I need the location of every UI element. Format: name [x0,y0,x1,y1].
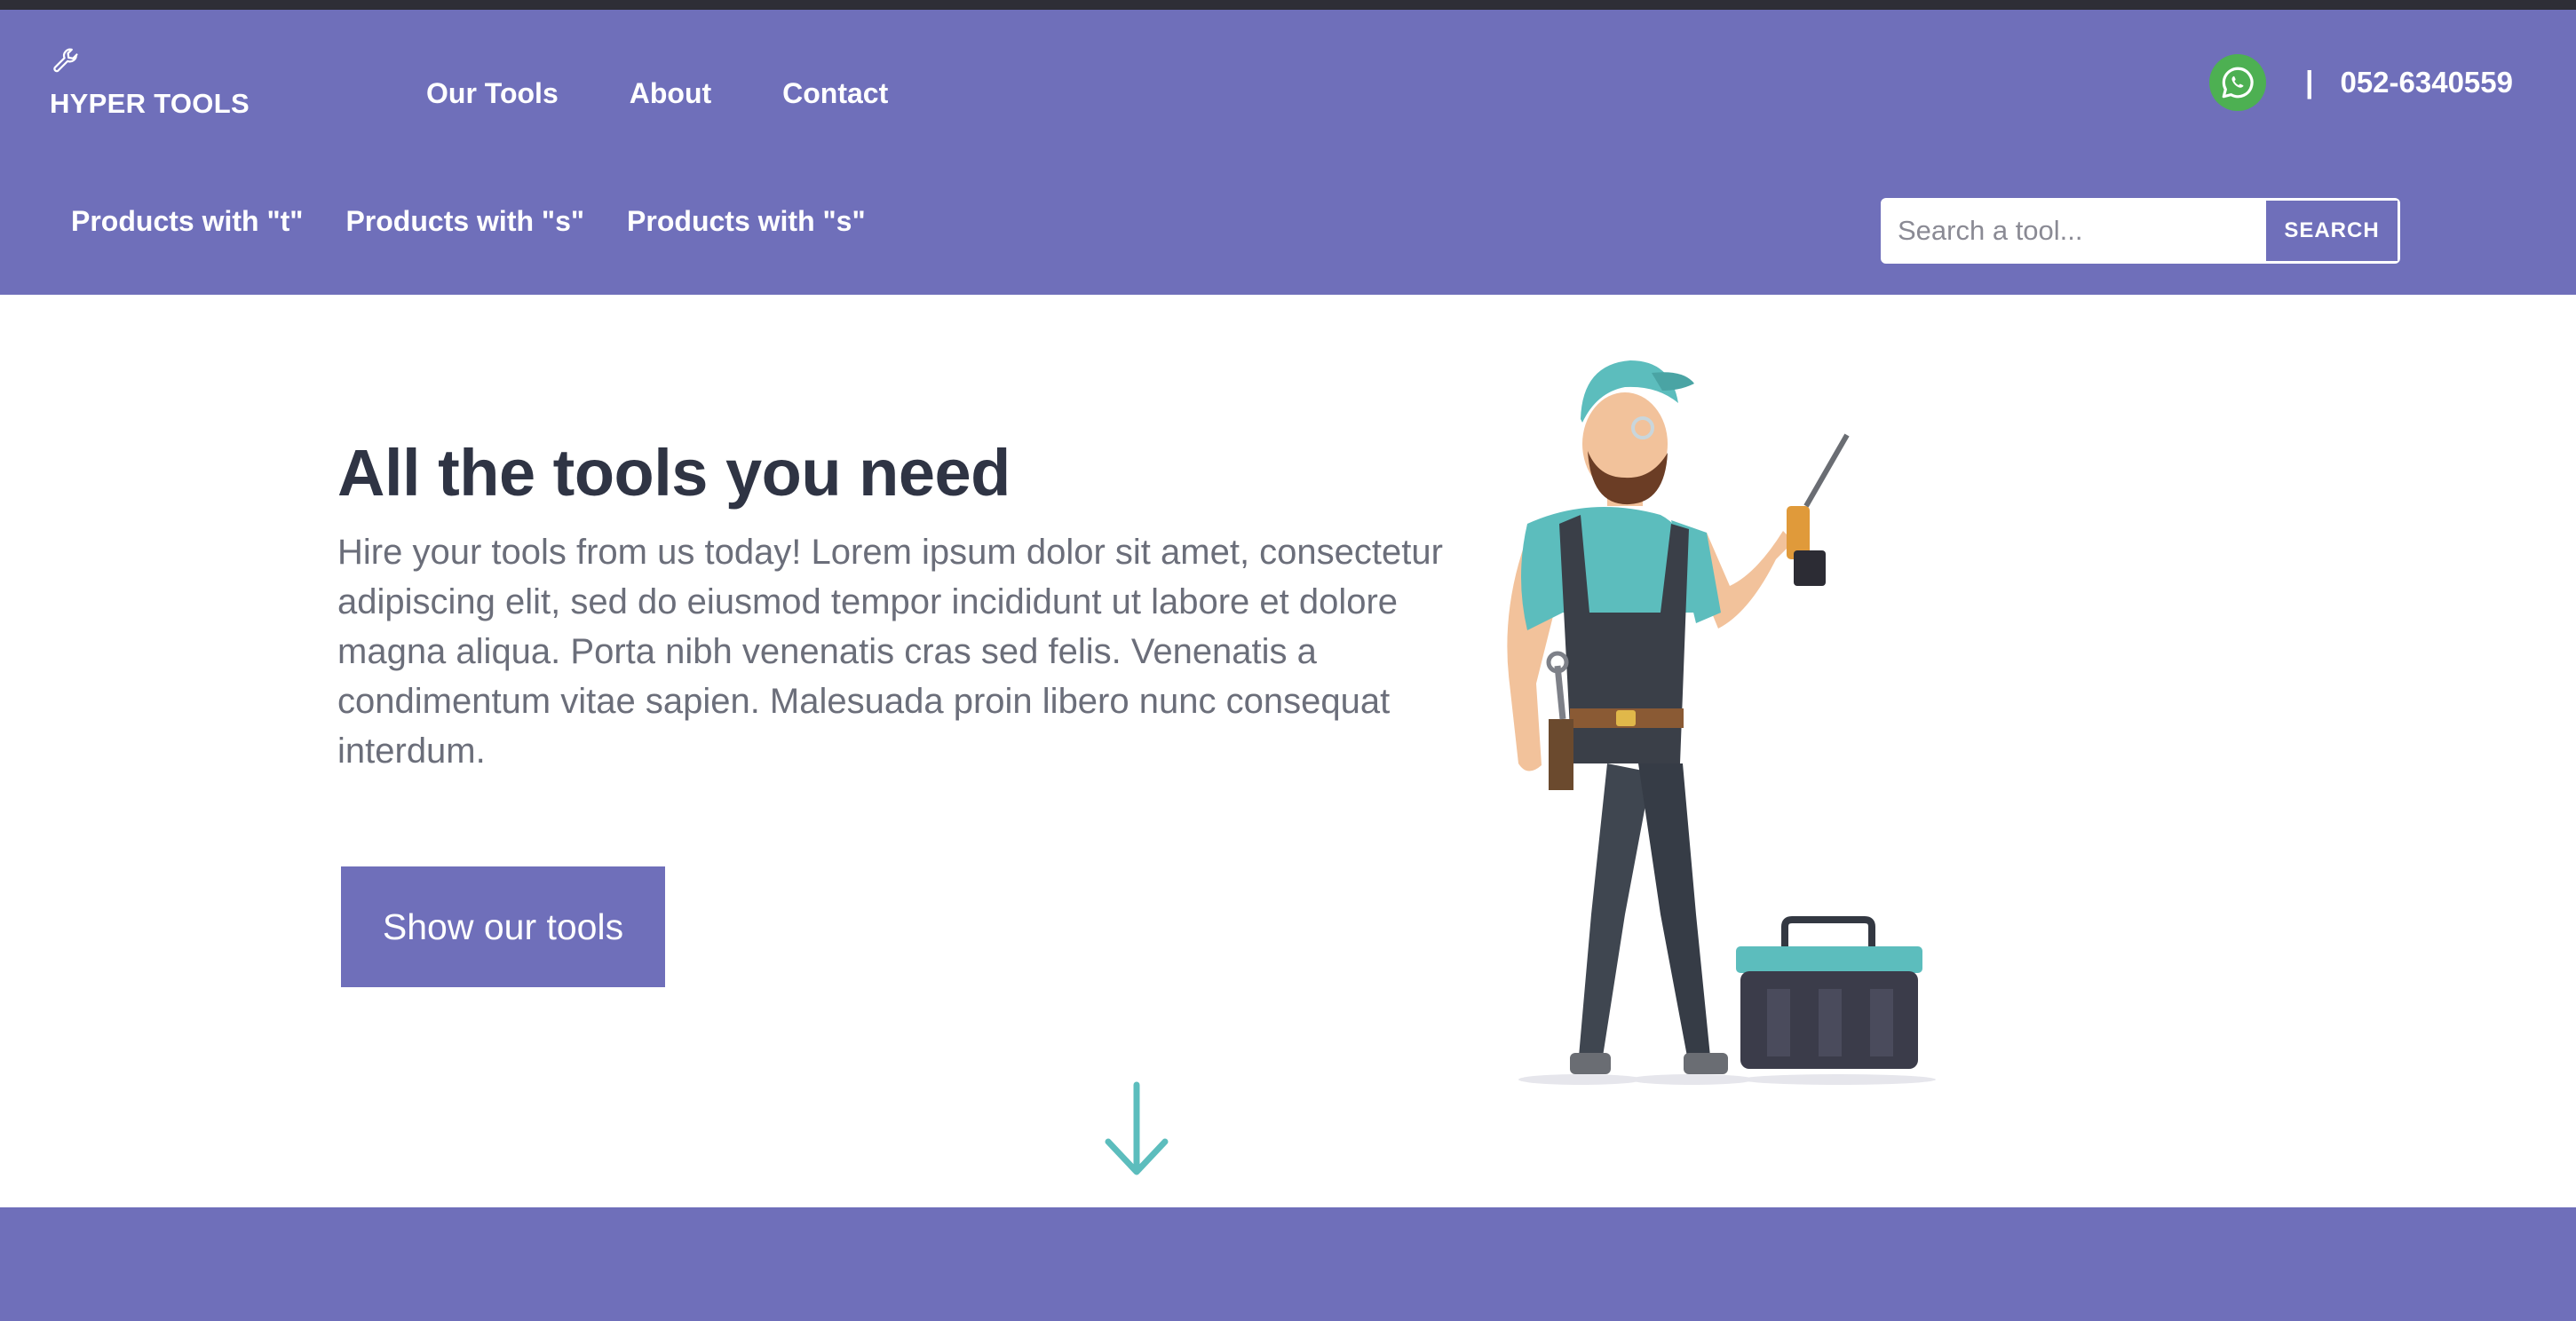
product-filter-nav: Products with "t" Products with "s" Prod… [71,205,866,238]
show-tools-button[interactable]: Show our tools [341,866,665,987]
search-form: SEARCH [1881,198,2400,264]
filter-products-t[interactable]: Products with "t" [71,205,303,238]
filter-products-s[interactable]: Products with "s" [345,205,584,238]
main-nav: Our Tools About Contact [426,77,888,110]
next-section-band [0,1207,2576,1321]
brand-logo[interactable]: HYPER TOOLS [50,47,250,120]
hero-description: Hire your tools from us today! Lorem ips… [337,533,1443,771]
nav-contact[interactable]: Contact [782,77,888,110]
search-button[interactable]: SEARCH [2266,201,2398,261]
handyman-illustration [1507,360,1936,1085]
nav-about[interactable]: About [630,77,711,110]
window-top-strip [0,0,2576,10]
filter-products-s-2[interactable]: Products with "s" [627,205,866,238]
contact-separator: | [2304,65,2314,99]
brand-name: HYPER TOOLS [50,88,250,119]
hero-title: All the tools you need [337,436,1011,510]
contact-info: | 052-6340559 [2208,54,2513,111]
site-header: HYPER TOOLS Our Tools About Contact | 05… [0,10,2576,295]
nav-our-tools[interactable]: Our Tools [426,77,559,110]
wrench-icon [53,48,78,73]
search-input[interactable] [1883,201,2266,261]
arrow-down-icon[interactable] [1101,1081,1172,1179]
phone-number[interactable]: 052-6340559 [2340,66,2513,99]
whatsapp-icon[interactable] [2208,54,2266,111]
